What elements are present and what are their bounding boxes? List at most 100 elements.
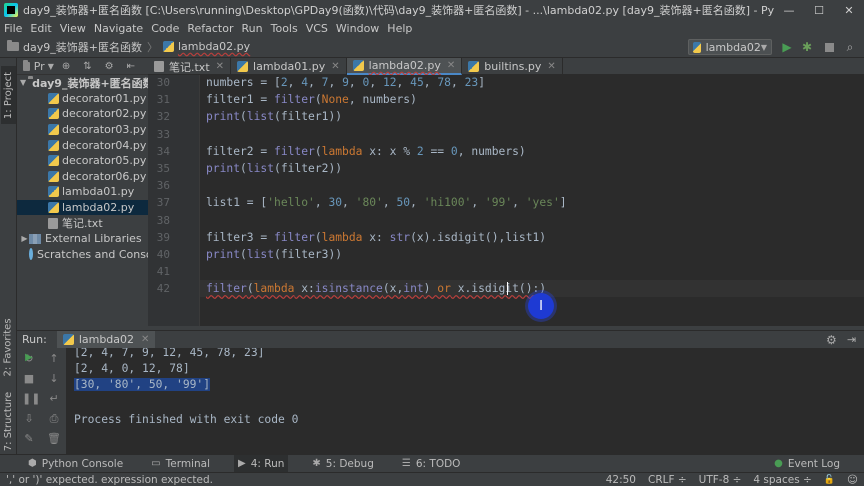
tool-window-button[interactable]: ☰ 6: TODO — [398, 455, 465, 473]
editor-tab[interactable]: 笔记.txt ✕ — [148, 58, 232, 75]
scroll-up-icon[interactable]: ↑ — [47, 352, 61, 365]
python-file-icon — [48, 139, 59, 151]
menu-run[interactable]: Run — [242, 22, 263, 35]
project-tree-item[interactable]: lambda02.py — [17, 199, 148, 216]
project-tree-item[interactable]: Scratches and Consoles — [17, 247, 168, 263]
project-tree-item[interactable]: decorator04.py — [17, 137, 148, 153]
code-line[interactable]: filter1 = filter(None, numbers) — [206, 93, 417, 106]
menu-edit[interactable]: Edit — [30, 22, 51, 35]
inspector-icon[interactable]: ☺ — [847, 474, 858, 486]
stop-icon[interactable] — [822, 40, 836, 54]
close-button[interactable]: ✕ — [834, 0, 864, 20]
project-tree-item[interactable]: decorator02.py — [17, 106, 148, 122]
tool-window-button[interactable]: ▭ Terminal — [147, 455, 214, 473]
project-tool-tab[interactable]: 1: Project — [1, 66, 16, 124]
close-tab-icon[interactable]: ✕ — [216, 61, 224, 72]
maximize-button[interactable]: ☐ — [804, 0, 834, 20]
console-line: Process finished with exit code 0 — [74, 413, 299, 426]
locate-icon[interactable]: ⊕ — [62, 61, 70, 72]
code-line[interactable]: filter3 = filter(lambda x: str(x).isdigi… — [206, 231, 546, 244]
code-line[interactable]: numbers = [2, 4, 7, 9, 0, 12, 45, 78, 23… — [206, 76, 485, 89]
python-file-icon — [48, 124, 59, 136]
dump-threads-icon[interactable]: ⇩ — [22, 412, 36, 425]
menu-code[interactable]: Code — [151, 22, 179, 35]
editor-tab[interactable]: builtins.py ✕ — [462, 58, 563, 75]
print-icon[interactable]: ⎙ — [47, 412, 61, 426]
line-number: 31 — [156, 93, 170, 107]
close-icon[interactable]: ✕ — [141, 334, 149, 345]
menu-navigate[interactable]: Navigate — [94, 22, 143, 35]
editor-tab-label: builtins.py — [484, 60, 542, 73]
tool-window-button[interactable]: ▶ 4: Run — [233, 454, 289, 473]
code-line[interactable]: list1 = ['hello', 30, '80', 50, 'hi100',… — [206, 196, 567, 209]
structure-tool-tab[interactable]: 7: Structure — [1, 388, 16, 454]
search-icon[interactable]: ⌕ — [843, 40, 857, 54]
project-tree-item[interactable]: decorator05.py — [17, 153, 148, 169]
menu-tools[interactable]: Tools — [271, 22, 298, 35]
debug-icon[interactable]: ✱ — [800, 40, 814, 54]
project-tree-item[interactable]: decorator06.py — [17, 169, 148, 185]
run-icon[interactable]: ▶ — [780, 40, 794, 54]
stop-icon[interactable]: ■ — [22, 372, 36, 385]
event-log-button[interactable]: ● Event Log — [770, 455, 844, 473]
tool-window-button[interactable]: ⬢ Python Console — [24, 455, 127, 473]
editor-tab[interactable]: lambda02.py ✕ — [346, 58, 463, 75]
soft-wrap-icon[interactable]: ↵ — [47, 392, 61, 405]
project-view-select[interactable]: Pr — [34, 60, 45, 73]
trash-icon[interactable]: 🗑 — [47, 432, 61, 445]
editor-tab-label: lambda01.py — [253, 60, 326, 73]
project-tree-item-label: External Libraries — [45, 232, 142, 246]
menu-window[interactable]: Window — [336, 22, 379, 35]
pause-icon[interactable]: ❚❚ — [22, 392, 40, 405]
menu-file[interactable]: File — [4, 22, 22, 35]
library-icon — [29, 233, 41, 244]
code-line[interactable]: filter(lambda x:isinstance(x,int) or x.i… — [206, 282, 546, 295]
menu-vcs[interactable]: VCS — [306, 22, 328, 35]
editor-tab[interactable]: lambda01.py ✕ — [231, 58, 347, 75]
bottom-tool-bar: ⬢ Python Console ▭ Terminal ▶ 4: Run ✱ 5: Debug… — [0, 454, 864, 473]
code-line[interactable]: print(list(filter3)) — [206, 248, 342, 261]
menu-refactor[interactable]: Refactor — [187, 22, 233, 35]
menu-help[interactable]: Help — [387, 22, 412, 35]
project-tree-item[interactable]: 笔记.txt — [17, 215, 148, 231]
close-tab-icon[interactable]: ✕ — [447, 60, 455, 71]
project-tree-item[interactable]: lambda01.py — [17, 184, 148, 200]
menu-view[interactable]: View — [60, 22, 86, 35]
run-configuration-select[interactable]: lambda02 ▼ — [688, 39, 772, 55]
gear-icon[interactable]: ⚙ — [826, 333, 837, 347]
run-console[interactable]: [2, 4, 7, 9, 12, 45, 78, 23] [2, 4, 0, 1… — [67, 348, 864, 454]
project-tree-item[interactable]: decorator01.py — [17, 91, 148, 107]
run-tab-lambda02[interactable]: lambda02 ✕ — [56, 330, 156, 349]
minimize-button[interactable]: — — [774, 0, 804, 20]
code-line[interactable]: filter2 = filter(lambda x: x % 2 == 0, n… — [206, 145, 526, 158]
code-line[interactable]: print(list(filter2)) — [206, 162, 342, 175]
line-separator[interactable]: CRLF ÷ — [648, 474, 687, 486]
close-tab-icon[interactable]: ✕ — [547, 61, 555, 72]
python-console-icon: ⬢ — [28, 458, 37, 469]
code-editor[interactable]: 30 31 32 33 34 35 36 37 38 39 40 41 42 numbers = [2,… — [148, 75, 864, 326]
scroll-down-icon[interactable]: ↓ — [47, 372, 61, 385]
run-icon[interactable]: ▶ — [22, 352, 36, 363]
collapse-arrow-icon[interactable]: ▶ — [20, 234, 29, 243]
caret-position[interactable]: 42:50 — [606, 474, 636, 486]
indent-setting[interactable]: 4 spaces ÷ — [753, 474, 811, 486]
code-line[interactable]: print(list(filter1)) — [206, 110, 342, 123]
tool-window-button[interactable]: ✱ 5: Debug — [308, 455, 377, 473]
hide-icon[interactable]: ⇤ — [127, 61, 135, 72]
run-tab-label: lambda02 — [78, 333, 135, 346]
breadcrumb-project[interactable]: day9_装饰器+匿名函数 — [23, 39, 142, 55]
close-tab-icon[interactable]: ✕ — [331, 61, 339, 72]
favorites-tool-tab[interactable]: 2: Favorites — [1, 314, 16, 380]
lock-icon[interactable]: 🔓 — [824, 475, 835, 485]
project-tree-item[interactable]: ▶ External Libraries — [17, 231, 148, 247]
line-number: 30 — [156, 76, 170, 89]
collapse-icon[interactable]: ⇅ — [83, 61, 91, 72]
project-tree-item[interactable]: decorator03.py — [17, 122, 148, 138]
expand-arrow-icon[interactable]: ▼ — [20, 78, 26, 87]
file-encoding[interactable]: UTF-8 ÷ — [699, 474, 742, 486]
gear-icon[interactable]: ⚙ — [105, 61, 114, 72]
pin-icon[interactable]: ✎ — [22, 432, 36, 445]
project-tree-item[interactable]: ▼ day9_装饰器+匿名函数 — [17, 75, 154, 91]
hide-panel-icon[interactable]: ⇥ — [847, 333, 856, 346]
breadcrumb-file[interactable]: lambda02.py — [178, 40, 250, 53]
